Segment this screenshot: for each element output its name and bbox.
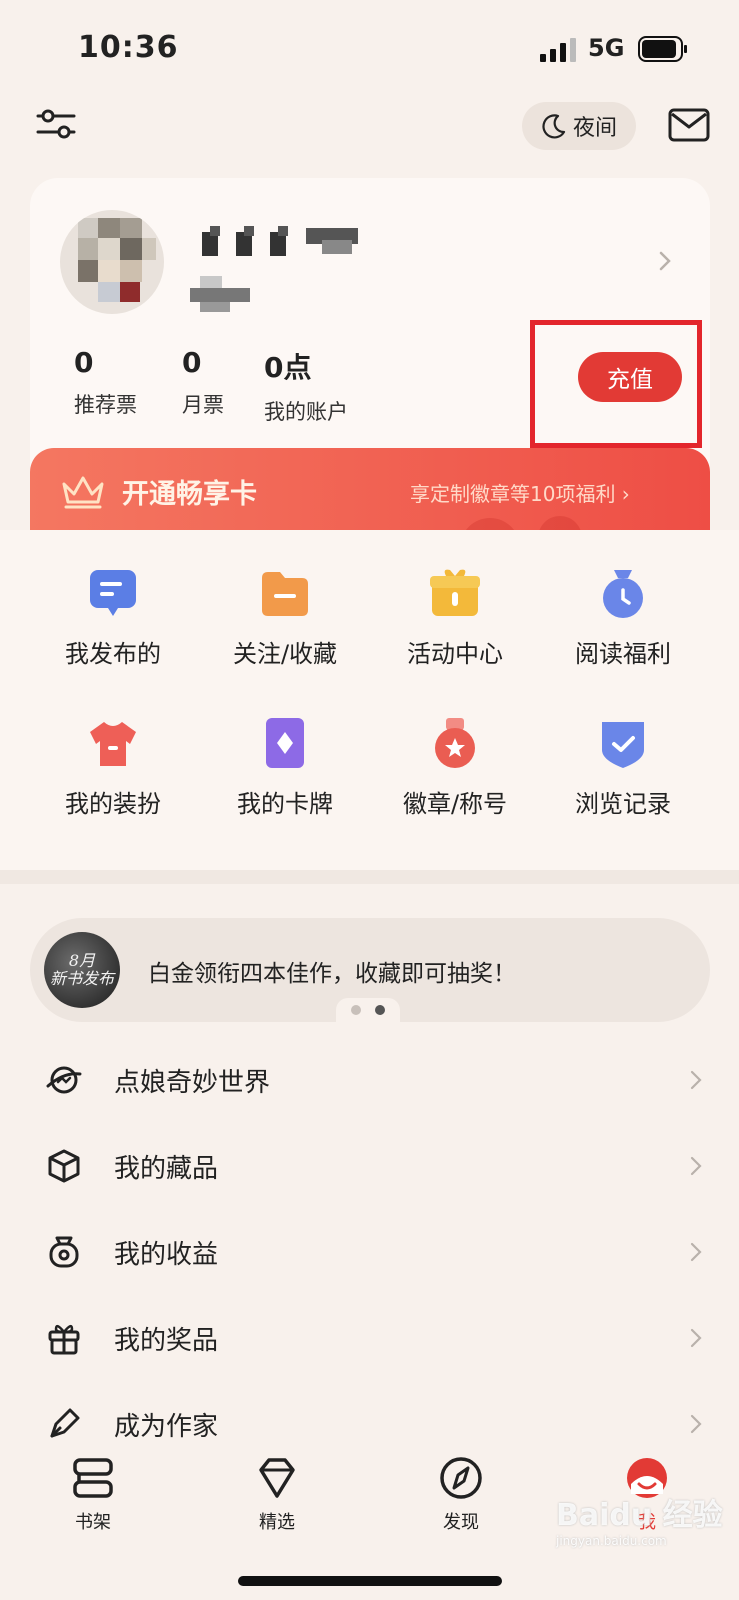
pen-icon: [50, 1408, 80, 1438]
grid-item-reading-benefits[interactable]: 阅读福利: [538, 566, 708, 669]
diamond-icon: [259, 1458, 295, 1498]
menu-label: 我的收益: [114, 1240, 219, 1270]
avatar-pixelated-image: [78, 218, 156, 302]
grid-label: 徽章/称号: [402, 790, 508, 818]
chevron-right-icon: [690, 1156, 702, 1176]
stat-recommend-tickets[interactable]: 0 推荐票: [74, 346, 137, 419]
stat-my-account[interactable]: 0点 我的账户: [264, 346, 348, 426]
night-mode-button[interactable]: 夜间: [522, 102, 636, 150]
banner-thumbnail: 8月 新书发布: [44, 932, 120, 1008]
profile-card: 0 推荐票 0 月票 0点 我的账户 充值 开通畅享卡 享定制徽章等10项福利 …: [30, 178, 710, 558]
section-divider: [0, 870, 739, 884]
folder-icon: [262, 572, 308, 616]
tab-label: 精选: [259, 1512, 295, 1533]
moon-icon: [542, 114, 566, 139]
avatar[interactable]: [60, 210, 164, 314]
grid-label: 浏览记录: [575, 790, 671, 818]
carousel-dot-active: [375, 1005, 385, 1015]
stat-label: 推荐票: [74, 393, 137, 417]
watermark-sub: jingyan.baidu.com: [556, 1534, 667, 1548]
chevron-right-icon[interactable]: [658, 250, 672, 272]
watermark-text: Baidu 经验: [556, 1498, 723, 1533]
money-bag-icon: [49, 1236, 79, 1268]
menu-label: 我的奖品: [114, 1326, 219, 1356]
top-bar: 夜间: [0, 100, 739, 160]
stat-label: 月票: [182, 393, 224, 417]
baidu-watermark: Baidu 经验 jingyan.baidu.com: [556, 1490, 723, 1548]
signal-icon: [540, 38, 576, 62]
cube-icon: [48, 1149, 80, 1183]
level-badge-blurred: [190, 274, 260, 314]
chat-bubble-icon: [90, 570, 136, 616]
grid-item-my-posts[interactable]: 我发布的: [28, 566, 198, 669]
grid-label: 关注/收藏: [232, 640, 338, 668]
stat-value: 0点: [264, 351, 312, 384]
night-mode-label: 夜间: [572, 116, 617, 141]
stat-label: 我的账户: [264, 400, 348, 424]
stat-value: 0: [74, 346, 94, 379]
carousel-dots: [336, 998, 400, 1022]
nickname-blurred: [202, 226, 358, 256]
vip-benefits-link[interactable]: 享定制徽章等10项福利 ›: [410, 478, 630, 507]
menu-item-my-collectibles[interactable]: 我的藏品: [0, 1126, 739, 1212]
network-type: 5G: [588, 34, 625, 62]
grid-label: 我的卡牌: [237, 790, 333, 818]
menu-item-my-prizes[interactable]: 我的奖品: [0, 1298, 739, 1384]
mail-icon[interactable]: [668, 108, 710, 142]
grid-item-follow-favorites[interactable]: 关注/收藏: [200, 566, 370, 669]
grid-label: 我的装扮: [65, 790, 161, 818]
bookshelf-icon: [73, 1458, 113, 1498]
compass-icon: [440, 1457, 482, 1499]
thumb-line-2: 新书发布: [49, 969, 114, 988]
feature-grid: 我发布的 关注/收藏 活动中心 阅读福利 我的装扮 我的卡牌 徽章/称号 浏览记…: [0, 530, 739, 880]
menu-item-my-earnings[interactable]: 我的收益: [0, 1212, 739, 1298]
tab-label: 发现: [443, 1512, 479, 1533]
stat-monthly-tickets[interactable]: 0 月票: [182, 346, 224, 419]
home-indicator[interactable]: [238, 1576, 502, 1586]
menu-label: 点娘奇妙世界: [114, 1068, 271, 1098]
grid-item-my-outfits[interactable]: 我的装扮: [28, 716, 198, 819]
vip-title: 开通畅享卡: [122, 479, 257, 510]
chevron-right-icon: [690, 1242, 702, 1262]
chevron-right-icon: [690, 1414, 702, 1434]
stat-value: 0: [182, 346, 202, 379]
grid-label: 活动中心: [407, 640, 503, 668]
tab-label: 书架: [75, 1512, 111, 1533]
grid-item-my-cards[interactable]: 我的卡牌: [200, 716, 370, 819]
menu-label: 我的藏品: [114, 1154, 219, 1184]
crown-icon: [62, 476, 104, 509]
menu-item-wonder-world[interactable]: 点娘奇妙世界: [0, 1040, 739, 1126]
clock-bag-icon: [603, 570, 643, 618]
gift-box-icon: [430, 569, 480, 616]
grid-item-badges-titles[interactable]: 徽章/称号: [370, 716, 540, 819]
chevron-right-icon: [690, 1070, 702, 1090]
battery-icon: [638, 36, 687, 62]
thumb-line-1: 8月: [68, 951, 96, 971]
tab-bookshelf[interactable]: 书架: [38, 1454, 148, 1534]
grid-item-browse-history[interactable]: 浏览记录: [538, 716, 708, 819]
banner-text: 白金领衔四本佳作，收藏即可抽奖！: [148, 961, 516, 987]
menu-label: 成为作家: [114, 1412, 219, 1442]
grid-label: 阅读福利: [575, 640, 671, 668]
grid-item-activity-center[interactable]: 活动中心: [370, 566, 540, 669]
tshirt-icon: [90, 722, 136, 766]
gift-icon: [48, 1324, 80, 1355]
status-bar: 10:36 5G: [0, 0, 739, 100]
chevron-right-icon: [690, 1328, 702, 1348]
shield-check-icon: [602, 722, 644, 768]
tab-featured[interactable]: 精选: [222, 1454, 332, 1534]
promo-banner[interactable]: 8月 新书发布 白金领衔四本佳作，收藏即可抽奖！: [30, 918, 710, 1022]
settings-sliders-icon[interactable]: [36, 104, 76, 144]
status-time: 10:36: [78, 30, 179, 65]
carousel-dot: [351, 1005, 361, 1015]
tab-discover[interactable]: 发现: [406, 1454, 516, 1534]
planet-icon: [46, 1066, 82, 1094]
medal-icon: [435, 718, 475, 768]
grid-label: 我发布的: [65, 640, 161, 668]
card-icon: [266, 718, 304, 768]
recharge-button[interactable]: 充值: [578, 352, 682, 402]
